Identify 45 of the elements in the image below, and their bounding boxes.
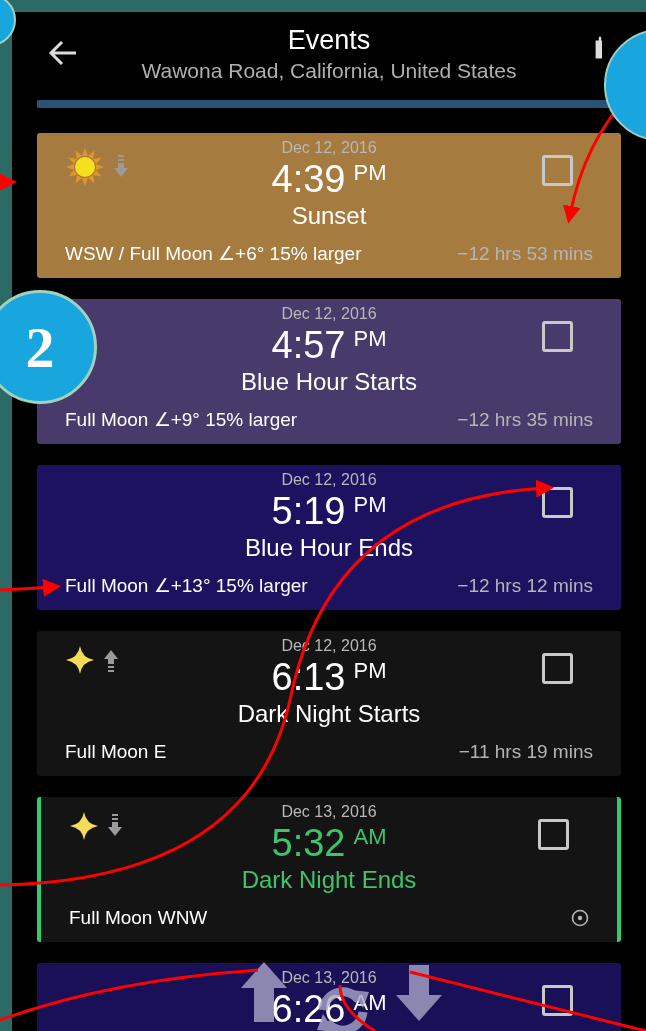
event-detail: Full Moon ∠+9° 15% larger [65,407,298,432]
checkbox[interactable] [542,985,573,1016]
checkbox[interactable] [542,487,573,518]
event-card[interactable]: Dec 12, 2016 4:39 PM Sunset WSW / Full Moon ∠+6° 15% larger −12 hrs 53 mins [37,133,621,278]
location-subtitle: Wawona Road, California, United States [141,58,517,84]
screen-title: Events [287,24,371,56]
am-pm-label: AM [353,823,387,851]
event-detail: Full Moon E [65,739,167,764]
event-time: 4:39 [271,159,346,199]
am-pm-label: PM [353,657,387,685]
countdown-text: −12 hrs 35 mins [457,407,593,432]
event-name: Blue Hour Starts [240,367,418,397]
event-date: Dec 12, 2016 [281,138,377,158]
event-time: 5:19 [271,491,346,531]
checkbox[interactable] [542,155,573,186]
countdown-text: −12 hrs 53 mins [457,241,593,266]
event-name: Sunset [291,201,367,231]
star-icon [65,645,95,675]
event-detail: WSW / Full Moon ∠+6° 15% larger [65,241,362,266]
countdown-text: −11 hrs 19 mins [458,739,593,764]
event-date: Dec 12, 2016 [281,304,377,324]
event-name: Dark Night Ends [241,865,417,895]
event-date: Dec 13, 2016 [281,802,377,822]
sun-icon [65,147,105,187]
checkbox[interactable] [538,819,569,850]
back-arrow-icon[interactable] [48,40,78,66]
checkbox[interactable] [542,653,573,684]
event-detail: Full Moon ∠+13° 15% larger [65,573,308,598]
event-time: 5:32 [271,823,346,863]
event-date: Dec 12, 2016 [281,470,377,490]
checkbox[interactable] [542,321,573,352]
calendar-icon[interactable] [594,36,602,60]
event-card[interactable]: Dec 13, 2016 5:32 AM Dark Night Ends Full Moon WNW [37,797,621,942]
target-icon [571,908,589,927]
event-detail: Full Moon WNW [69,905,208,930]
am-pm-label: PM [353,159,387,187]
star-icon [69,811,99,841]
am-pm-label: PM [353,491,387,519]
am-pm-label: AM [353,989,387,1017]
countdown-text: −12 hrs 12 mins [457,573,593,598]
event-time: 6:26 [271,989,346,1029]
am-pm-label: PM [353,325,387,353]
down-arrow-icon[interactable] [396,965,442,1021]
event-time: 4:57 [271,325,346,365]
event-date: Dec 13, 2016 [281,968,377,988]
